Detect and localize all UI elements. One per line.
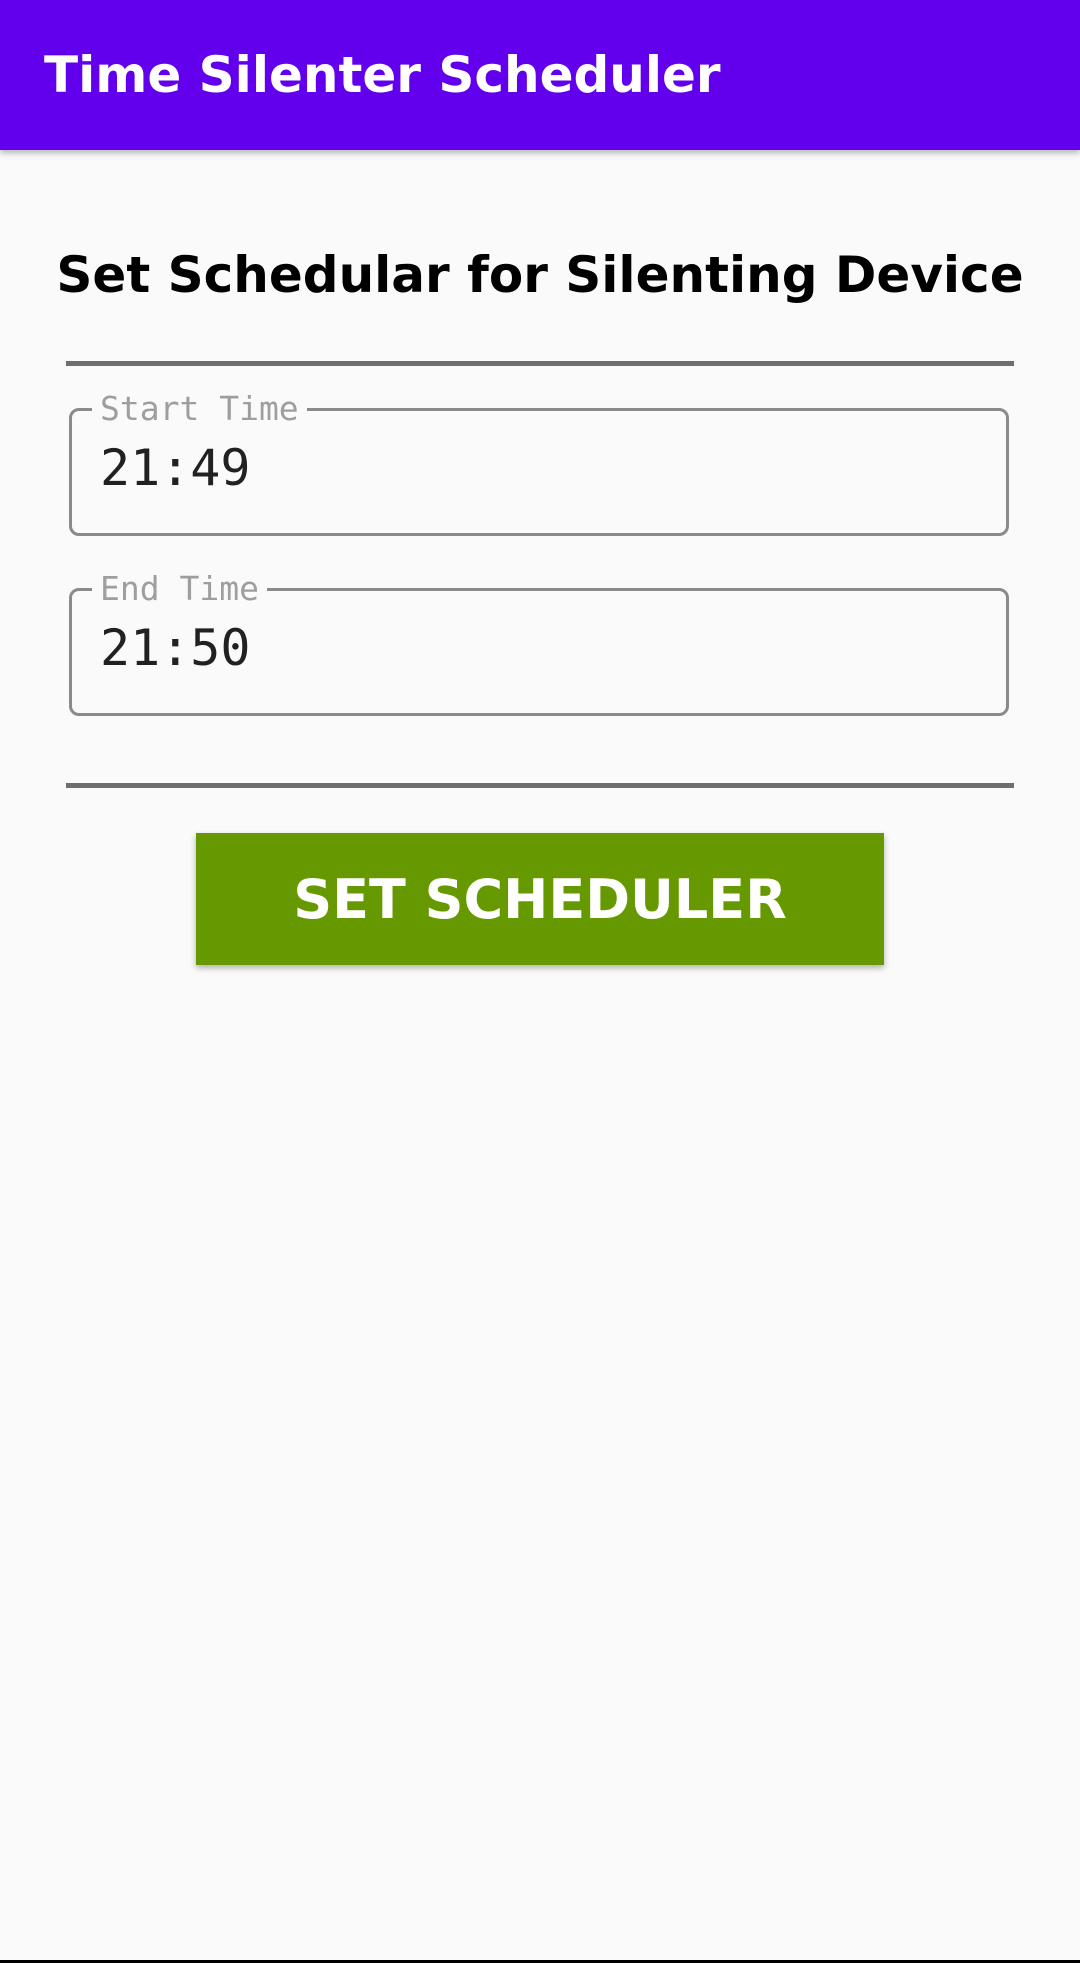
- end-time-label: End Time: [92, 569, 267, 609]
- start-time-label: Start Time: [92, 389, 307, 429]
- page-heading: Set Schedular for Silenting Device: [56, 246, 1024, 304]
- start-time-value[interactable]: 21:49: [100, 433, 251, 503]
- end-time-value[interactable]: 21:50: [100, 613, 251, 683]
- bottom-divider: [66, 783, 1014, 788]
- start-time-field[interactable]: Start Time 21:49: [69, 389, 1009, 536]
- app-title: Time Silenter Scheduler: [44, 46, 721, 104]
- set-scheduler-button[interactable]: SET SCHEDULER: [196, 833, 884, 965]
- app-bar: Time Silenter Scheduler: [0, 0, 1080, 150]
- top-divider: [66, 361, 1014, 366]
- end-time-field[interactable]: End Time 21:50: [69, 569, 1009, 716]
